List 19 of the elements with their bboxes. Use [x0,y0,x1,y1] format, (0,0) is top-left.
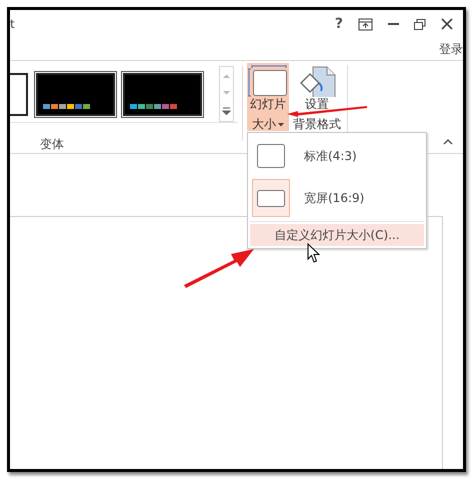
gallery-more-icon[interactable] [222,107,231,116]
slide-size-button[interactable]: 幻灯片 大小 [247,63,289,131]
slide-size-icon [248,65,288,97]
help-button[interactable]: ? [334,16,343,32]
close-icon[interactable] [441,18,453,30]
format-background-button[interactable]: 设置 背景格式 [291,63,343,131]
restore-icon[interactable] [414,18,426,30]
variant-thumbnail[interactable] [123,72,202,116]
variant-thumbnail[interactable] [36,72,115,116]
standard-slide-icon [257,144,285,168]
menu-item[interactable]: 自定义幻灯片大小(C)... [250,224,424,246]
variant-thumbnail[interactable] [10,72,28,116]
menu-item[interactable]: 宽屏(16:9) [248,177,426,219]
group-label: 变体 [40,137,64,151]
sign-in-link[interactable]: 登录 [439,40,463,58]
collapse-ribbon-icon[interactable] [443,139,453,145]
window-title: t [10,17,15,31]
ribbon-display-icon[interactable] [358,18,373,30]
menu-item[interactable]: 标准(4:3) [248,135,426,177]
